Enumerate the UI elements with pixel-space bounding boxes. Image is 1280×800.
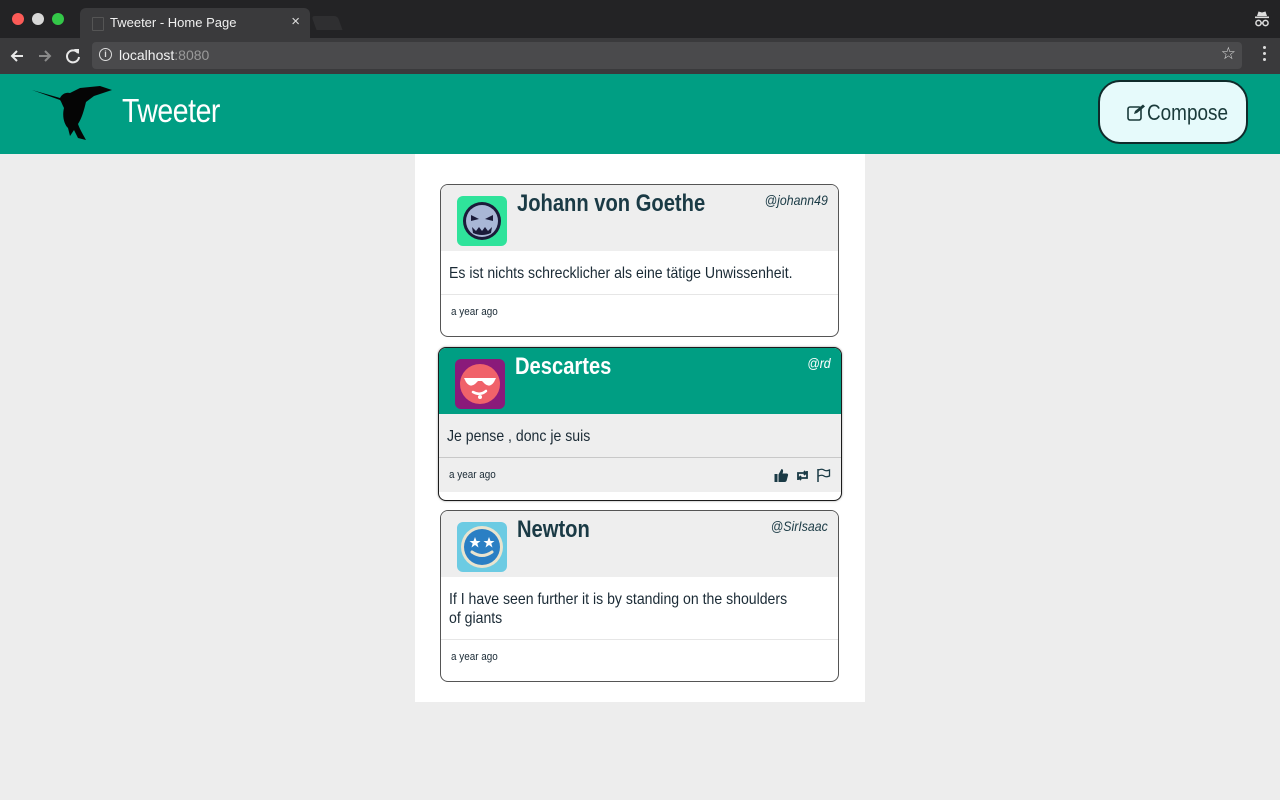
tweet-footer: a year ago — [441, 640, 838, 674]
browser-menu-icon[interactable] — [1263, 46, 1266, 64]
tweet-text: Je pense , donc je suis — [439, 414, 841, 458]
tweet-footer: a year ago — [441, 295, 838, 329]
tweet-author-name: Descartes — [515, 353, 612, 380]
tweet-card[interactable]: Descartes @rd Je pense , donc je suis a … — [438, 347, 842, 501]
tweet-card[interactable]: Johann von Goethe @johann49 Es ist nicht… — [440, 184, 839, 337]
browser-tab[interactable]: Tweeter - Home Page × — [80, 8, 310, 38]
tweet-text: Es ist nichts schrecklicher als eine tät… — [441, 251, 838, 295]
incognito-icon — [1254, 10, 1270, 33]
flag-icon[interactable] — [816, 468, 831, 483]
tweet-author-handle: @johann49 — [764, 192, 828, 208]
tweet-timestamp: a year ago — [451, 651, 498, 663]
browser-titlebar: Tweeter - Home Page × — [0, 0, 1280, 38]
back-arrow-icon[interactable] — [6, 45, 28, 67]
document-icon — [92, 17, 104, 31]
edit-icon — [1127, 104, 1146, 126]
tweet-timestamp: a year ago — [449, 469, 496, 481]
tweet-header: Descartes @rd — [439, 348, 841, 414]
star-eyes-face-icon — [457, 522, 507, 572]
app-header: Tweeter Compose — [0, 74, 1280, 154]
tweets-container: Johann von Goethe @johann49 Es ist nicht… — [415, 154, 865, 702]
forward-arrow-icon[interactable] — [34, 45, 56, 67]
maximize-window-button[interactable] — [52, 13, 64, 25]
tweet-actions — [774, 468, 831, 483]
reload-icon[interactable] — [62, 45, 84, 67]
tweet-author-name: Johann von Goethe — [517, 190, 706, 217]
tab-title: Tweeter - Home Page — [110, 15, 237, 30]
tab-close-button[interactable]: × — [291, 13, 300, 30]
close-window-button[interactable] — [12, 13, 24, 25]
tweet-author-handle: @rd — [807, 355, 831, 371]
like-icon[interactable] — [774, 468, 789, 483]
hummingbird-logo-icon — [30, 84, 116, 147]
browser-toolbar: i localhost:8080 ☆ — [0, 38, 1280, 75]
retweet-icon[interactable] — [795, 468, 810, 483]
new-tab-button[interactable] — [311, 16, 343, 30]
tweet-header: Newton @SirIsaac — [441, 511, 838, 577]
sunglasses-face-icon — [455, 359, 505, 409]
tweet-author-handle: @SirIsaac — [770, 518, 828, 534]
compose-button[interactable]: Compose — [1098, 80, 1248, 144]
info-icon[interactable]: i — [99, 48, 112, 61]
tweet-text: If I have seen further it is by standing… — [441, 577, 838, 640]
tweet-header: Johann von Goethe @johann49 — [441, 185, 838, 251]
tweet-timestamp: a year ago — [451, 306, 498, 318]
tweet-author-name: Newton — [517, 516, 590, 543]
url-text: localhost:8080 — [119, 47, 210, 63]
angry-face-icon — [457, 196, 507, 246]
address-bar[interactable]: i localhost:8080 ☆ — [92, 42, 1242, 69]
app-title: Tweeter — [122, 92, 220, 129]
compose-label: Compose — [1147, 100, 1228, 125]
tweet-footer: a year ago — [439, 458, 841, 492]
bookmark-star-icon[interactable]: ☆ — [1221, 44, 1236, 64]
minimize-window-button[interactable] — [32, 13, 44, 25]
tweet-card[interactable]: Newton @SirIsaac If I have seen further … — [440, 510, 839, 682]
